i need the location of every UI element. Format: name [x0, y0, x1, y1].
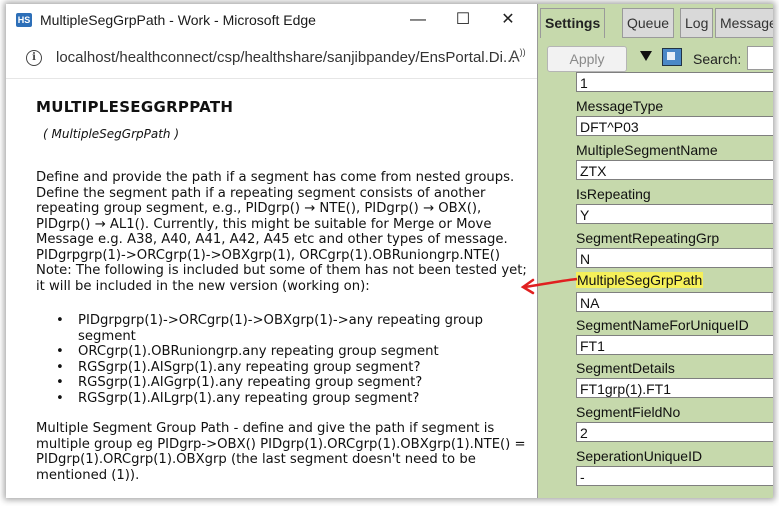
- list-item: RGSgrp(1).AISgrp(1).any repeating group …: [56, 360, 526, 376]
- window-title: MultipleSegGrpPath - Work - Microsoft Ed…: [40, 12, 316, 28]
- setting-field-segmentfieldno[interactable]: 2: [576, 422, 773, 442]
- tab-log[interactable]: Log: [680, 8, 714, 38]
- tab-messages[interactable]: Messages: [715, 8, 773, 38]
- setting-label-multiplesegggrppath: MultipleSegGrpPath: [576, 272, 704, 288]
- setting-field-segmentdetails[interactable]: FT1grp(1).FT1: [576, 378, 773, 398]
- setting-label-messagetype: MessageType: [576, 98, 664, 114]
- highlighted-label: MultipleSegGrpPath: [576, 272, 704, 288]
- url-text[interactable]: localhost/healthconnect/csp/healthshare/…: [56, 49, 515, 66]
- edge-popup-window: HS MultipleSegGrpPath - Work - Microsoft…: [6, 4, 538, 498]
- setting-label-multiplesegmentname: MultipleSegmentName: [576, 142, 718, 158]
- setting-field-seperationuniqueid[interactable]: -: [576, 466, 773, 486]
- tab-queue[interactable]: Queue: [622, 8, 675, 38]
- list-item: RGSgrp(1).AILgrp(1).any repeating group …: [56, 391, 526, 407]
- page-title: MULTIPLESEGGRPPATH: [36, 98, 234, 116]
- setting-label-seperationuniqueid: SeperationUniqueID: [576, 448, 703, 464]
- setting-label-segmentfieldno: SegmentFieldNo: [576, 404, 681, 420]
- dropdown-arrow-icon[interactable]: [640, 51, 652, 61]
- read-aloud-icon[interactable]: A)): [509, 47, 526, 66]
- setting-label-segmentdetails: SegmentDetails: [576, 360, 675, 376]
- address-bar[interactable]: i localhost/healthconnect/csp/healthshar…: [6, 38, 537, 79]
- list-item: RGSgrp(1).AIGgrp(1).any repeating group …: [56, 375, 526, 391]
- setting-label-segmentnameforuniqueid: SegmentNameForUniqueID: [576, 317, 749, 333]
- chevron-down-icon[interactable]: [771, 293, 773, 311]
- setting-field-messagetype[interactable]: DFT^P03: [576, 116, 773, 136]
- tab-settings[interactable]: Settings: [540, 8, 606, 38]
- list-item: PIDgrpgrp(1)->ORCgrp(1)->OBXgrp(1)->any …: [56, 313, 526, 344]
- example-list: PIDgrpgrp(1)->ORCgrp(1)->OBXgrp(1)->any …: [56, 313, 526, 406]
- select-value: NA: [580, 295, 600, 311]
- info-icon[interactable]: i: [26, 50, 42, 66]
- summary-paragraph: Multiple Segment Group Path - define and…: [36, 421, 526, 483]
- close-icon[interactable]: ✕: [491, 8, 525, 32]
- minimize-icon[interactable]: —: [401, 8, 435, 32]
- setting-select-multiplesegggrppath[interactable]: NA: [576, 292, 773, 312]
- setting-select-segmentrepeatinggrp[interactable]: N: [576, 248, 773, 268]
- search-label: Search:: [693, 51, 742, 67]
- setting-field-value[interactable]: 1: [576, 72, 773, 92]
- maximize-icon[interactable]: ☐: [446, 8, 480, 32]
- panel-tabs: Settings Queue Log Messages: [538, 8, 773, 38]
- page-subtitle: ( MultipleSegGrpPath ): [43, 127, 180, 141]
- app-icon: HS: [16, 13, 32, 27]
- select-value: N: [580, 251, 591, 267]
- setting-select-isrepeating[interactable]: Y: [576, 204, 773, 224]
- setting-label-isrepeating: IsRepeating: [576, 186, 651, 202]
- list-item: ORCgrp(1).OBRuniongrp.any repeating grou…: [56, 344, 526, 360]
- description-paragraph: Define and provide the path if a segment…: [36, 170, 527, 294]
- settings-window-icon[interactable]: [662, 48, 682, 66]
- setting-label-segmentrepeatinggrp: SegmentRepeatingGrp: [576, 230, 720, 246]
- search-input[interactable]: [747, 46, 773, 70]
- chevron-down-icon[interactable]: [771, 249, 773, 267]
- chevron-down-icon[interactable]: [771, 205, 773, 223]
- help-content: MULTIPLESEGGRPPATH ( MultipleSegGrpPath …: [6, 79, 537, 498]
- annotation-arrow-icon: [520, 277, 578, 295]
- apply-button[interactable]: Apply: [547, 46, 627, 72]
- setting-field-segmentnameforuniqueid[interactable]: FT1: [576, 335, 773, 355]
- screenshot-frame: HS MultipleSegGrpPath - Work - Microsoft…: [6, 4, 773, 498]
- select-value: Y: [580, 207, 590, 223]
- title-bar: HS MultipleSegGrpPath - Work - Microsoft…: [6, 4, 537, 36]
- settings-panel: Settings Queue Log Messages Apply Search…: [538, 4, 773, 498]
- setting-field-multiplesegmentname[interactable]: ZTX: [576, 160, 773, 180]
- panel-toolbar: Apply Search:: [538, 42, 773, 72]
